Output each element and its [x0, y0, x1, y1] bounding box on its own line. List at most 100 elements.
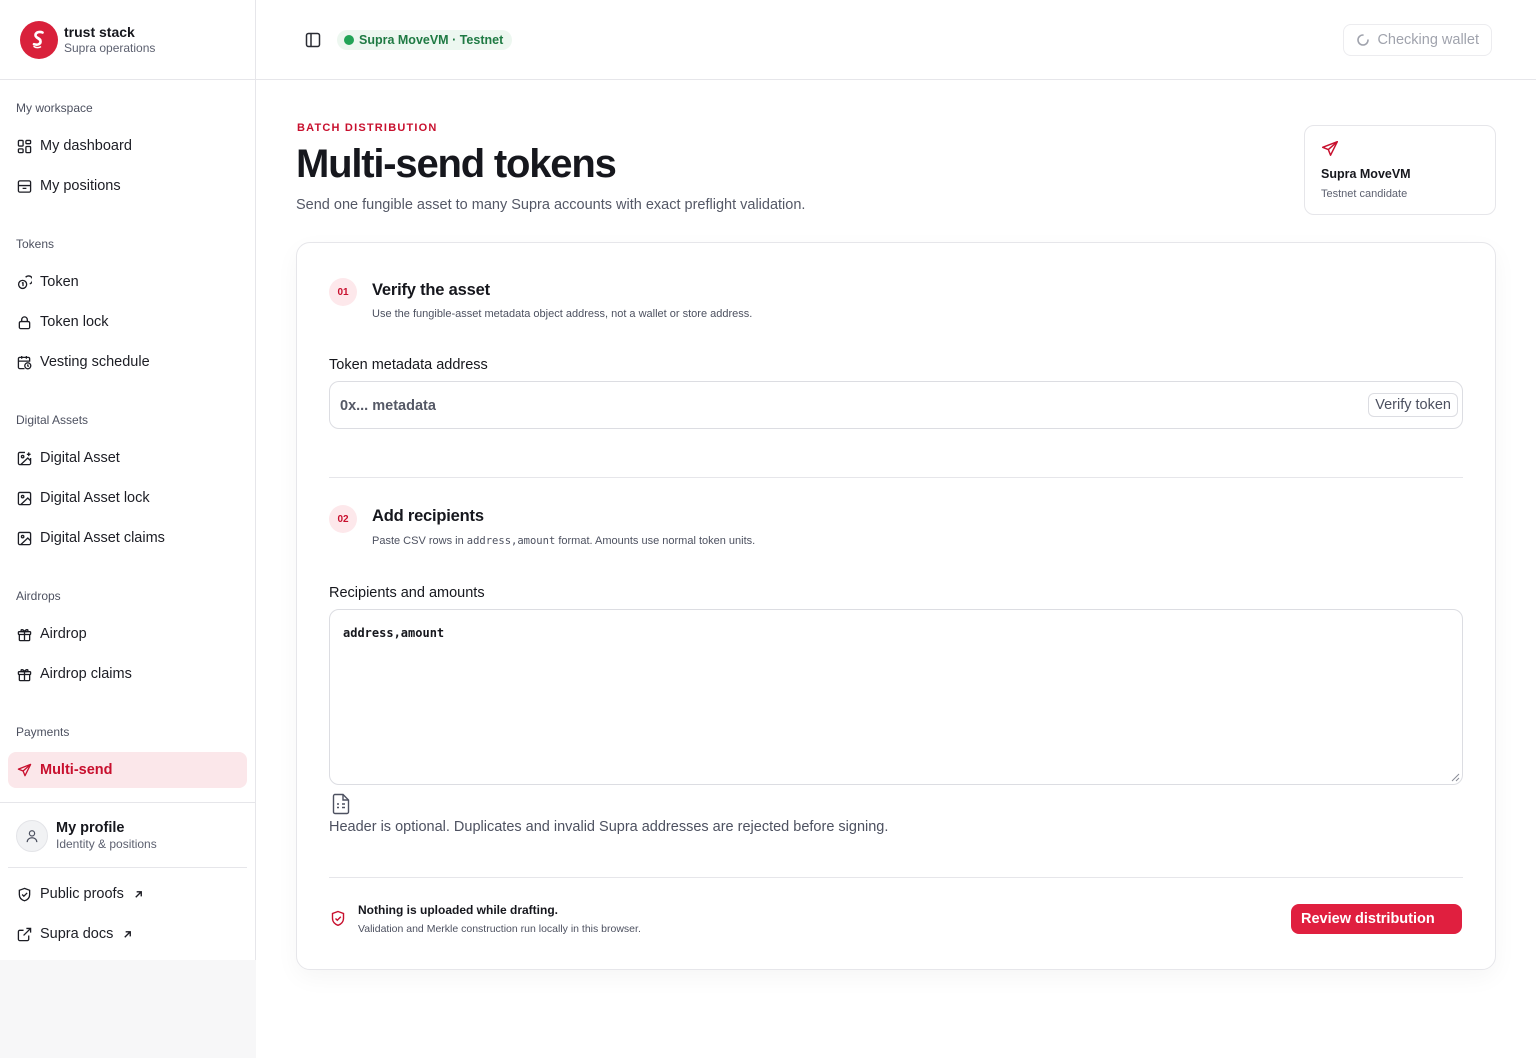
network-card-title: Supra MoveVM — [1321, 167, 1411, 181]
recipients-textarea[interactable]: address,amount — [343, 626, 1443, 776]
top-bar: Supra MoveVM · Testnet Checking wallet — [256, 0, 1536, 80]
sidebar-item-airdrop[interactable]: Airdrop — [8, 616, 247, 652]
csv-format-code: address,amount — [466, 535, 556, 547]
external-link-icon — [17, 927, 32, 941]
divider — [329, 477, 1463, 478]
status-dot-icon — [344, 35, 354, 45]
step-description: Paste CSV rows in address,amount format.… — [372, 535, 755, 547]
profile-subtitle: Identity & positions — [56, 837, 157, 851]
image-plus-icon — [17, 451, 32, 465]
sidebar-item-label: Multi-send — [40, 762, 113, 778]
footer-link-public-proofs[interactable]: Public proofs — [8, 876, 247, 912]
profile-link[interactable]: My profile Identity & positions — [8, 812, 247, 860]
network-card: Supra MoveVM Testnet candidate — [1304, 125, 1496, 215]
divider — [329, 877, 1463, 878]
calendar-clock-icon — [17, 355, 32, 369]
page-description: Send one fungible asset to many Supra ac… — [296, 197, 806, 213]
multi-send-form — [296, 242, 1496, 970]
token-address-field: Verify token — [329, 381, 1463, 429]
panel-left-icon — [305, 32, 321, 48]
sidebar: trust stack Supra operations My workspac… — [0, 0, 256, 960]
profile-name: My profile — [56, 820, 125, 836]
step-description-text: format. Amounts use normal token units. — [555, 535, 756, 547]
brand-subtitle: Supra operations — [64, 40, 156, 55]
sidebar-item-label: Digital Asset lock — [40, 490, 150, 506]
gift-icon — [17, 668, 32, 681]
section-tokens: Tokens — [16, 237, 55, 251]
network-badge-label: Supra MoveVM · Testnet — [359, 33, 504, 47]
sidebar-item-label: Airdrop claims — [40, 666, 132, 682]
brand-logo-icon — [20, 20, 58, 59]
user-icon — [26, 830, 38, 843]
section-digital-assets: Digital Assets — [16, 413, 89, 427]
send-icon — [1321, 140, 1339, 156]
privacy-notice-title: Nothing is uploaded while drafting. — [358, 903, 558, 917]
send-icon — [17, 763, 32, 776]
sidebar-item-airdrop-claims[interactable]: Airdrop claims — [8, 656, 247, 692]
sidebar-item-label: My dashboard — [40, 138, 132, 154]
recipients-field: address,amount — [329, 609, 1463, 785]
resize-handle-icon[interactable] — [1451, 773, 1460, 782]
network-card-subtitle: Testnet candidate — [1321, 188, 1408, 200]
sidebar-item-label: Digital Asset — [40, 450, 120, 466]
sidebar-item-label: My positions — [40, 178, 121, 194]
page-eyebrow: BATCH DISTRIBUTION — [297, 122, 438, 134]
lock-icon — [18, 315, 31, 329]
archive-icon — [17, 179, 32, 193]
shield-check-icon — [331, 910, 345, 927]
section-payments: Payments — [16, 725, 70, 739]
image-icon — [17, 531, 32, 545]
section-airdrops: Airdrops — [16, 589, 61, 603]
sidebar-item-digital-asset-claims[interactable]: Digital Asset claims — [8, 520, 247, 556]
sidebar-background — [0, 960, 256, 1058]
gift-icon — [17, 628, 32, 641]
footer-link-label: Supra docs — [40, 926, 114, 942]
sidebar-item-my-dashboard[interactable]: My dashboard — [8, 128, 247, 164]
arrow-up-right-icon — [124, 930, 132, 938]
sidebar-toggle-button[interactable] — [304, 31, 322, 49]
recipients-label: Recipients and amounts — [329, 585, 485, 601]
spinner-icon — [1357, 34, 1370, 46]
sidebar-item-label: Token lock — [40, 314, 109, 330]
sidebar-item-label: Token — [40, 274, 79, 290]
sidebar-item-digital-asset-lock[interactable]: Digital Asset lock — [8, 480, 247, 516]
sidebar-item-token-lock[interactable]: Token lock — [8, 304, 247, 340]
sidebar-item-multi-send[interactable]: Multi-send — [8, 752, 247, 788]
privacy-notice-subtitle: Validation and Merkle construction run l… — [358, 923, 641, 935]
step-description: Use the fungible-asset metadata object a… — [372, 308, 753, 320]
step-number: 02 — [329, 505, 357, 533]
footer-link-supra-docs[interactable]: Supra docs — [8, 916, 247, 952]
sidebar-item-my-positions[interactable]: My positions — [8, 168, 247, 204]
token-address-input[interactable] — [340, 392, 1340, 420]
shield-icon — [18, 887, 31, 901]
footer-link-label: Public proofs — [40, 886, 124, 902]
network-badge: Supra MoveVM · Testnet — [337, 30, 513, 50]
avatar — [16, 820, 48, 852]
wallet-button[interactable]: Checking wallet — [1343, 24, 1492, 56]
file-spreadsheet-icon — [332, 793, 350, 815]
page-title: Multi-send tokens — [296, 142, 617, 186]
divider — [8, 867, 247, 868]
step-title: Verify the asset — [372, 281, 490, 299]
dashboard-icon — [17, 139, 32, 153]
step-number: 01 — [329, 278, 357, 306]
sidebar-item-vesting-schedule[interactable]: Vesting schedule — [8, 344, 247, 380]
brand-name: trust stack — [64, 23, 135, 40]
step-description-text: Paste CSV rows in — [372, 535, 467, 547]
token-address-label: Token metadata address — [329, 357, 488, 373]
sidebar-item-label: Digital Asset claims — [40, 530, 165, 546]
divider — [0, 802, 255, 803]
arrow-up-right-icon — [135, 890, 142, 898]
sidebar-item-label: Vesting schedule — [40, 354, 150, 370]
wallet-button-label: Checking wallet — [1377, 32, 1479, 48]
recipients-hint: Header is optional. Duplicates and inval… — [329, 819, 889, 835]
sidebar-item-token[interactable]: Token — [8, 264, 247, 300]
verify-token-button[interactable]: Verify token — [1368, 393, 1458, 417]
review-distribution-button[interactable]: Review distribution — [1291, 904, 1462, 934]
sidebar-item-digital-asset[interactable]: Digital Asset — [8, 440, 247, 476]
step-title: Add recipients — [372, 507, 484, 525]
brand[interactable]: trust stack Supra operations — [0, 0, 255, 80]
image-icon — [17, 491, 32, 505]
coins-icon — [17, 274, 32, 289]
sidebar-item-label: Airdrop — [40, 626, 87, 642]
